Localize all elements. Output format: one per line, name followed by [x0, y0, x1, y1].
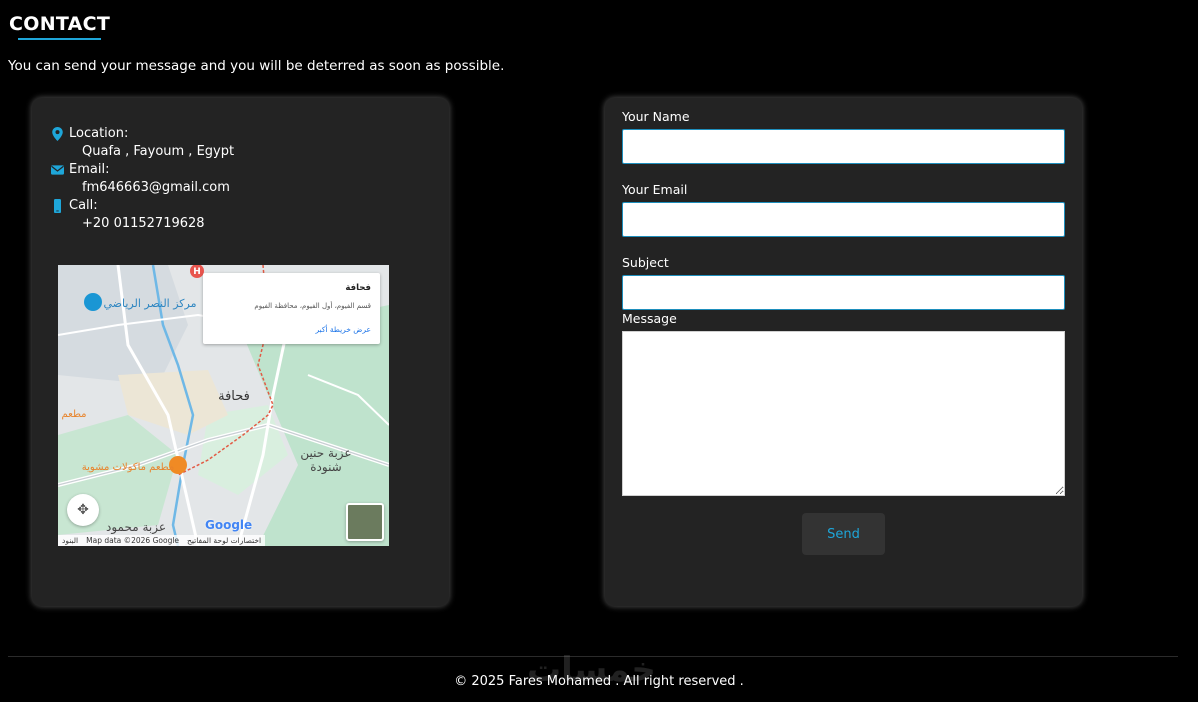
- email-label: Your Email: [622, 182, 688, 197]
- subject-input[interactable]: [622, 275, 1065, 310]
- call-value: +20 01152719628: [82, 216, 205, 231]
- envelope-icon: [51, 165, 64, 175]
- send-button[interactable]: Send: [802, 513, 885, 555]
- map-data-credit: Map data ©2026 Google: [86, 536, 180, 545]
- embedded-map[interactable]: H مركز النصر الرياضي فحافة مطعم مطعم ماك…: [58, 265, 389, 546]
- title-underline: [18, 38, 101, 40]
- name-input[interactable]: [622, 129, 1065, 164]
- name-label: Your Name: [622, 109, 690, 124]
- subject-label: Subject: [622, 255, 669, 270]
- page-title: CONTACT: [9, 13, 111, 35]
- location-row: Location:: [51, 125, 234, 143]
- location-value: Quafa , Fayoum , Egypt: [82, 144, 235, 159]
- location-label: Location:: [69, 126, 129, 141]
- svg-text:H: H: [193, 267, 201, 277]
- map-label-sports-center: مركز النصر الرياضي: [104, 297, 197, 310]
- map-label-ezbet-hanin: عزبة حنين: [300, 446, 351, 461]
- email-input[interactable]: [622, 202, 1065, 237]
- map-popup-title: فحافة: [345, 283, 371, 293]
- map-info-popup: فحافة قسم الفيوم، أول الفيوم، محافظة الف…: [203, 273, 380, 344]
- contact-info-card: Location: Quafa , Fayoum , Egypt Email: …: [32, 98, 449, 606]
- copyright-text: © 2025 Fares Mohamed . All right reserve…: [454, 674, 744, 689]
- map-label-restaurant-left: مطعم: [61, 409, 86, 420]
- email-label: Email:: [69, 162, 110, 177]
- map-label-shanuda: شنودة: [310, 460, 342, 475]
- map-label-restaurant: مطعم ماكولات مشوية: [82, 462, 174, 473]
- contact-form-card: Your Name Your Email Subject Message Sen…: [605, 98, 1082, 606]
- email-value: fm646663@gmail.com: [82, 180, 230, 195]
- google-logo: Google: [205, 518, 253, 532]
- map-keyboard-shortcuts-link[interactable]: اختصارات لوحة المفاتيح: [187, 535, 261, 546]
- message-textarea[interactable]: [622, 331, 1065, 496]
- call-row: Call:: [51, 197, 234, 215]
- map-pin-icon: [52, 127, 63, 141]
- map-footer: البنود Map data ©2026 Google اختصارات لو…: [58, 535, 266, 546]
- map-terms-link[interactable]: البنود: [62, 535, 78, 546]
- page-subtitle: You can send your message and you will b…: [8, 58, 505, 74]
- message-label: Message: [622, 311, 677, 326]
- email-row: Email:: [51, 161, 234, 179]
- map-label-village: فحافة: [218, 389, 250, 404]
- contact-page: CONTACT You can send your message and yo…: [0, 0, 1198, 702]
- map-label-ezbet-mahmoud: عزبة محمود: [106, 520, 166, 535]
- move-icon: ✥: [77, 502, 89, 518]
- map-pan-control[interactable]: ✥: [67, 494, 99, 526]
- phone-icon: [54, 199, 61, 213]
- map-satellite-toggle[interactable]: [346, 503, 384, 541]
- call-label: Call:: [69, 198, 98, 213]
- contact-info-list: Location: Quafa , Fayoum , Egypt Email: …: [51, 125, 234, 233]
- map-popup-address: قسم الفيوم، أول الفيوم، محافظة الفيوم: [254, 302, 371, 310]
- view-larger-map-link[interactable]: عرض خريطة أكبر: [315, 325, 371, 334]
